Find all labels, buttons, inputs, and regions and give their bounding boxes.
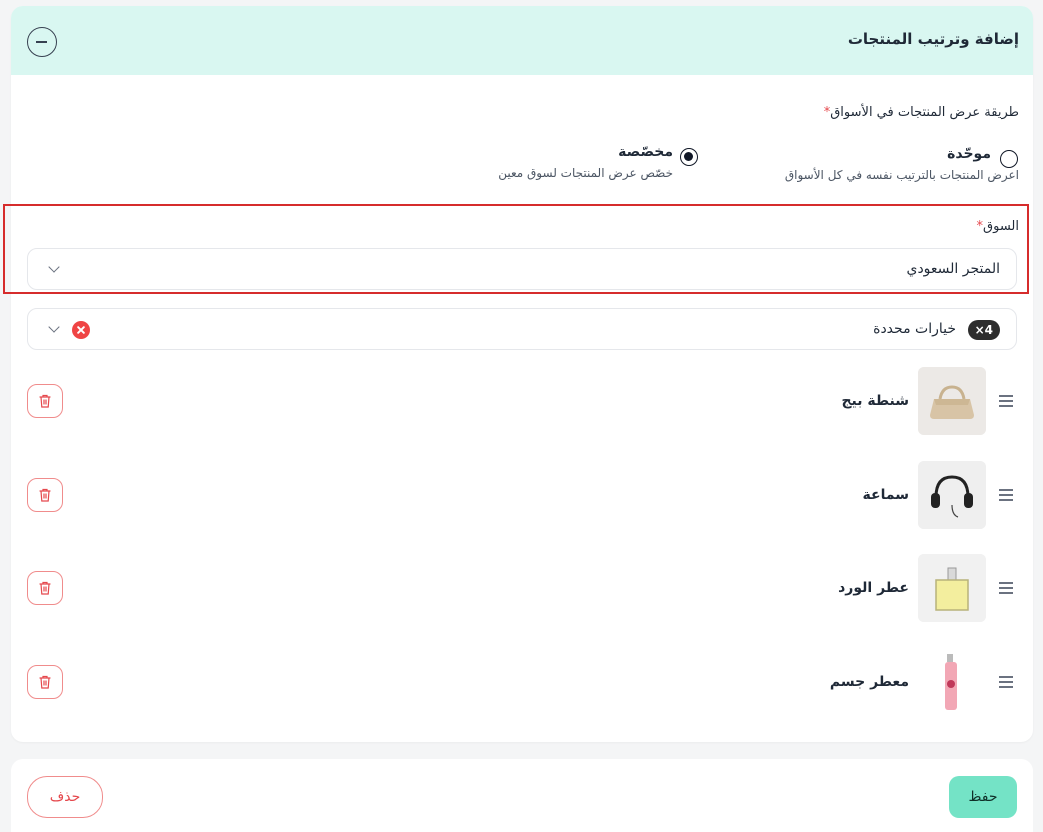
delete-product-button[interactable] [27, 665, 63, 699]
product-name: معطر جسم [829, 674, 909, 690]
trash-icon [39, 488, 51, 502]
products-card: إضافة وترتيب المنتجات طريقة عرض المنتجات… [11, 6, 1033, 742]
drag-handle-icon[interactable] [999, 395, 1013, 407]
radio-unified-circle[interactable] [1000, 150, 1018, 168]
market-select[interactable]: المتجر السعودي [27, 248, 1017, 290]
product-image-headphones [918, 461, 986, 529]
radio-unified-description: اعرض المنتجات بالترتيب نفسه في كل الأسوا… [784, 168, 1019, 182]
product-row: شنطة بيج [11, 367, 1033, 437]
trash-icon [39, 675, 51, 689]
delete-product-button[interactable] [27, 384, 63, 418]
radio-custom[interactable]: مخصّصة خصّص عرض المنتجات لسوق معين [423, 142, 703, 192]
display-method-label: طريقة عرض المنتجات في الأسواق* [824, 105, 1019, 120]
footer-bar: حفظ حذف [11, 759, 1033, 832]
clear-icon[interactable] [72, 321, 90, 339]
radio-unified-title: موحّدة [947, 146, 991, 162]
market-select-value: المتجر السعودي [906, 261, 1000, 277]
trash-icon [39, 394, 51, 408]
display-method-label-text: طريقة عرض المنتجات في الأسواق [830, 105, 1019, 120]
products-select[interactable]: ×4 خيارات محددة [27, 308, 1017, 350]
drag-handle-icon[interactable] [999, 676, 1013, 688]
delete-product-button[interactable] [27, 478, 63, 512]
product-image-perfume [918, 554, 986, 622]
radio-custom-circle[interactable] [680, 148, 698, 166]
trash-icon [39, 581, 51, 595]
product-image-bag [918, 367, 986, 435]
delete-button[interactable]: حذف [27, 776, 103, 818]
product-image-body-spray [918, 648, 986, 716]
market-label: السوق* [977, 219, 1019, 234]
product-name: شنطة بيج [841, 393, 909, 409]
drag-handle-icon[interactable] [999, 489, 1013, 501]
product-row: سماعة [11, 461, 1033, 531]
market-label-text: السوق [983, 219, 1019, 234]
card-header: إضافة وترتيب المنتجات [11, 6, 1033, 75]
selected-count-badge: ×4 [967, 320, 1000, 340]
chevron-down-icon [48, 261, 60, 273]
chevron-down-icon[interactable] [48, 321, 60, 333]
product-row: عطر الورد [11, 554, 1033, 624]
card-title: إضافة وترتيب المنتجات [847, 30, 1019, 48]
radio-unified[interactable]: موحّدة اعرض المنتجات بالترتيب نفسه في كل… [713, 142, 1033, 192]
delete-product-button[interactable] [27, 571, 63, 605]
product-name: سماعة [862, 487, 909, 503]
products-select-value: خيارات محددة [873, 321, 956, 337]
save-button[interactable]: حفظ [949, 776, 1017, 818]
radio-custom-title: مخصّصة [618, 144, 673, 160]
collapse-icon[interactable] [27, 27, 57, 57]
radio-custom-description: خصّص عرض المنتجات لسوق معين [498, 166, 673, 180]
product-name: عطر الورد [838, 580, 909, 596]
product-row: معطر جسم [11, 648, 1033, 718]
drag-handle-icon[interactable] [999, 582, 1013, 594]
